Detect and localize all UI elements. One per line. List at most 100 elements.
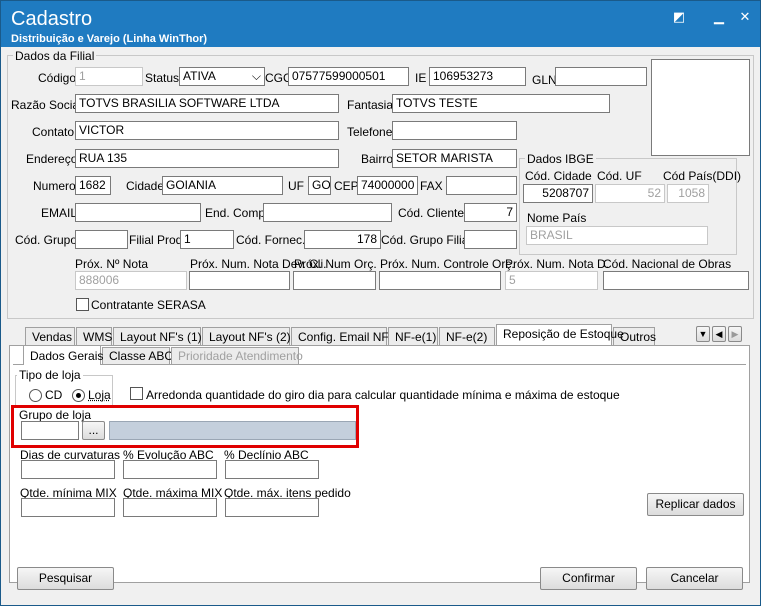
loja-label: Loja (88, 388, 111, 402)
nomepais-field[interactable]: BRASIL (526, 226, 708, 245)
gln-label: GLN (532, 73, 557, 87)
razao-field[interactable]: TOTVS BRASILIA SOFTWARE LTDA (75, 94, 339, 113)
tab-4[interactable]: Config. Email NFe (291, 327, 395, 345)
codcidade-field[interactable]: 5208707 (523, 184, 593, 203)
serasa-checkbox[interactable] (76, 298, 89, 311)
qtde-itens-field[interactable] (225, 498, 319, 517)
codigo-field[interactable]: 1 (75, 67, 143, 86)
tab-3[interactable]: Layout NF's (2) (202, 327, 291, 345)
replicar-button[interactable]: Replicar dados (647, 493, 744, 516)
codfornec-label: Cód. Fornec. (236, 233, 306, 247)
filialprod-field[interactable]: 1 (180, 230, 234, 249)
codigo-label: Código (38, 71, 77, 85)
grupo-loja-search-button[interactable]: ... (82, 421, 105, 440)
ie-field[interactable]: 106953273 (429, 67, 526, 86)
ie-label: IE (415, 71, 427, 85)
proxcontroleorc-field[interactable] (379, 271, 501, 290)
codcliente-field[interactable]: 7 (464, 203, 517, 222)
minimize-icon[interactable]: ▁ (708, 7, 730, 27)
tab-1[interactable]: WMS (76, 327, 112, 345)
restore-icon[interactable]: ◩ (668, 7, 690, 27)
codobras-field[interactable] (603, 271, 749, 290)
tab-6[interactable]: NF-e(2) (439, 327, 495, 345)
contato-label: Contato (32, 125, 75, 139)
subtab-2[interactable]: Prioridade Atendimento (171, 347, 303, 364)
tab-scroll-left-icon[interactable]: ◀ (712, 326, 726, 342)
cgc-field[interactable]: 07577599000501 (288, 67, 409, 86)
cidade-field[interactable]: GOIANIA (162, 176, 283, 195)
proxdevcli-field[interactable] (189, 271, 290, 290)
telefone-field[interactable] (392, 121, 517, 140)
razao-label: Razão Social (11, 98, 82, 112)
cep-field[interactable]: 74000000 (357, 176, 418, 195)
close-icon[interactable]: ✕ (734, 7, 756, 27)
window-title: Cadastro (11, 8, 93, 30)
codfornec-field[interactable]: 178 (304, 230, 381, 249)
codgrupofilial-field[interactable] (464, 230, 517, 249)
tab-dropdown-icon[interactable]: ▼ (696, 326, 710, 342)
grupo-loja-code-field[interactable] (21, 421, 79, 440)
proxorc-label: Próx. Num Orç. (294, 257, 377, 271)
numero-label: Numero (33, 179, 76, 193)
codpais-label: Cód País(DDI) (663, 169, 742, 183)
arredonda-checkbox[interactable] (130, 387, 143, 400)
tab-0[interactable]: Vendas (25, 327, 75, 345)
window-subtitle: Distribuição e Varejo (Linha WinThor) (11, 33, 208, 45)
qtde-max-field[interactable] (123, 498, 217, 517)
cd-radio[interactable] (29, 389, 42, 402)
fantasia-label: Fantasia (347, 98, 394, 112)
numero-field[interactable]: 1682 (75, 176, 111, 195)
proxnota-label: Próx. Nº Nota (75, 257, 149, 271)
fax-field[interactable] (446, 176, 517, 195)
cidade-label: Cidade (126, 179, 165, 193)
qtde-min-field[interactable] (21, 498, 115, 517)
ibge-group-title: Dados IBGE (525, 152, 596, 166)
arredonda-label: Arredonda quantidade do giro dia para ca… (146, 388, 620, 402)
grupo-loja-label: Grupo de loja (19, 408, 92, 422)
proxorc-field[interactable] (293, 271, 376, 290)
status-select[interactable]: ATIVA ⌵ (179, 67, 265, 86)
bairro-label: Bairro (361, 152, 394, 166)
endereco-label: Endereço (26, 152, 78, 166)
uf-field[interactable]: GO (308, 176, 331, 195)
tipo-loja-title: Tipo de loja (17, 368, 83, 382)
confirmar-button[interactable]: Confirmar (540, 567, 637, 590)
serasa-label: Contratante SERASA (91, 298, 206, 312)
subtab-0[interactable]: Dados Gerais (23, 345, 103, 365)
loja-radio[interactable] (72, 389, 85, 402)
status-label: Status (145, 71, 180, 85)
fantasia-field[interactable]: TOTVS TESTE (392, 94, 610, 113)
codcliente-label: Cód. Cliente (398, 206, 465, 220)
codpais-field[interactable]: 1058 (667, 184, 709, 203)
email-field[interactable] (75, 203, 201, 222)
form-body: Dados da Filial Código 1 Status ATIVA ⌵ C… (5, 47, 756, 601)
pesquisar-button[interactable]: Pesquisar (17, 567, 114, 590)
cancelar-button[interactable]: Cancelar (646, 567, 743, 590)
coduf-field[interactable]: 52 (595, 184, 665, 203)
declinio-field[interactable] (225, 460, 319, 479)
proxcontroleorc-label: Próx. Num. Controle Orç. (380, 257, 515, 271)
bairro-field[interactable]: SETOR MARISTA (392, 149, 517, 168)
codgrupo-field[interactable] (75, 230, 128, 249)
dias-field[interactable] (21, 460, 115, 479)
filialprod-label: Filial Prod. (129, 233, 186, 247)
contato-field[interactable]: VICTOR (75, 121, 339, 140)
logo-image-box (651, 59, 750, 156)
coduf-label: Cód. UF (597, 169, 642, 183)
cadastro-window: Cadastro Distribuição e Varejo (Linha Wi… (0, 0, 761, 606)
tab-scroll-right-icon[interactable]: ▶ (728, 326, 742, 342)
codgrupofilial-label: Cód. Grupo Filial (381, 233, 472, 247)
evolucao-field[interactable] (123, 460, 217, 479)
proxnotad-field[interactable]: 5 (505, 271, 598, 290)
endcomp-field[interactable] (263, 203, 392, 222)
tab-2[interactable]: Layout NF's (1) (113, 327, 202, 345)
tab-7[interactable]: Reposição de Estoque (496, 324, 624, 345)
endereco-field[interactable]: RUA 135 (75, 149, 339, 168)
proxnota-field[interactable]: 888006 (75, 271, 187, 290)
tab-5[interactable]: NF-e(1) (388, 327, 438, 345)
subtab-1[interactable]: Classe ABC (102, 347, 173, 364)
title-bar: Cadastro Distribuição e Varejo (Linha Wi… (1, 1, 760, 47)
grupo-loja-description-field (109, 421, 356, 440)
gln-field[interactable] (555, 67, 647, 86)
email-label: EMAIL (41, 206, 78, 220)
